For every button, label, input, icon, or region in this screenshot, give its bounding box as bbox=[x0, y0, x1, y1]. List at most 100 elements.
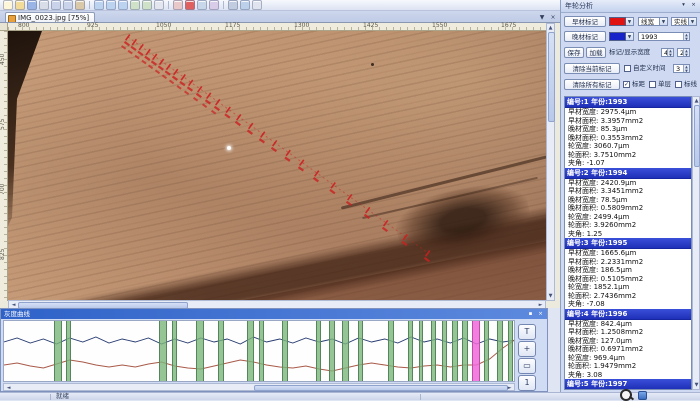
list-vertical-scrollbar[interactable]: ▲ ▼ bbox=[692, 96, 700, 390]
dropdown-icon[interactable]: ▼ bbox=[660, 17, 668, 26]
ring-boundary-bar[interactable] bbox=[54, 321, 62, 382]
ring-boundary-bar[interactable] bbox=[497, 321, 503, 382]
panel-close-icon[interactable]: × bbox=[689, 1, 698, 9]
panel-pin-icon[interactable]: ▪ bbox=[526, 310, 535, 318]
zoom-out-icon[interactable] bbox=[106, 0, 116, 10]
spinner-arrows-icon[interactable]: ▲▼ bbox=[683, 49, 689, 56]
start-year-input[interactable]: 1993 ▲▼ bbox=[638, 32, 690, 41]
zoom-in-icon[interactable] bbox=[94, 0, 104, 10]
copy-icon[interactable] bbox=[63, 0, 73, 10]
scrollbar-thumb[interactable] bbox=[548, 32, 555, 122]
entry-header[interactable]: 编号:4 年份:1996 bbox=[565, 309, 691, 320]
scroll-down-icon[interactable]: ▼ bbox=[547, 293, 554, 299]
scroll-up-icon[interactable]: ▲ bbox=[693, 98, 700, 104]
line-style-combo[interactable]: 实线 bbox=[671, 17, 689, 26]
settings-icon[interactable] bbox=[228, 0, 238, 10]
pan-icon[interactable] bbox=[130, 0, 140, 10]
ring-measurement-list[interactable]: 编号:1 年份:1993早材宽度: 2975.4μm早材面积: 3.3957mm… bbox=[564, 96, 692, 390]
graph-page-button[interactable]: 1 bbox=[518, 375, 536, 391]
ring-boundary-bar[interactable] bbox=[316, 321, 321, 382]
clear-all-markers-button[interactable]: 清除所有标记 bbox=[564, 79, 620, 90]
option-checkbox[interactable] bbox=[675, 81, 682, 88]
ring-boundary-bar[interactable] bbox=[329, 321, 335, 382]
load-button[interactable]: 加载 bbox=[586, 47, 606, 58]
ring-boundary-bar[interactable] bbox=[431, 321, 436, 382]
ring-boundary-bar[interactable] bbox=[259, 321, 264, 382]
ring-boundary-bar[interactable] bbox=[159, 321, 167, 382]
dropdown-icon[interactable] bbox=[252, 0, 262, 10]
spinner-arrows-icon[interactable]: ▲▼ bbox=[667, 49, 673, 56]
entry-header[interactable]: 编号:3 年份:1995 bbox=[565, 238, 691, 249]
ring-boundary-bar[interactable] bbox=[218, 321, 224, 382]
panel-close-icon[interactable]: × bbox=[536, 310, 545, 318]
gray-curve-plot[interactable] bbox=[3, 320, 515, 382]
graph-pan-tool-button[interactable]: + bbox=[518, 341, 536, 357]
graph-text-tool-button[interactable]: T bbox=[518, 324, 536, 340]
entry-header[interactable]: 编号:1 年份:1993 bbox=[565, 97, 691, 108]
wood-sample-image[interactable] bbox=[8, 31, 546, 301]
graph-horizontal-scrollbar[interactable]: ◄ ► bbox=[3, 383, 515, 391]
ring-boundary-bar[interactable] bbox=[462, 321, 468, 382]
rotate-left-icon[interactable] bbox=[142, 0, 152, 10]
scroll-up-icon[interactable]: ▲ bbox=[547, 25, 554, 31]
ring-boundary-bar[interactable] bbox=[342, 321, 349, 382]
ring-boundary-bar[interactable] bbox=[408, 321, 413, 382]
latewood-color-swatch[interactable] bbox=[609, 32, 626, 41]
custom-interval-input[interactable]: 3 ▲▼ bbox=[673, 64, 690, 73]
ring-boundary-bar[interactable] bbox=[419, 321, 423, 382]
path-icon[interactable] bbox=[197, 0, 207, 10]
ring-boundary-bar[interactable] bbox=[442, 321, 447, 382]
line-width-combo[interactable]: 线宽 bbox=[638, 17, 660, 26]
entry-header[interactable]: 编号:2 年份:1994 bbox=[565, 168, 691, 179]
save-button[interactable]: 保存 bbox=[564, 47, 584, 58]
paste-icon[interactable] bbox=[75, 0, 85, 10]
new-icon[interactable] bbox=[3, 0, 13, 10]
color-dropdown-icon[interactable]: ▼ bbox=[626, 32, 634, 41]
calibrate-icon[interactable] bbox=[209, 0, 219, 10]
volume-icon[interactable] bbox=[638, 391, 647, 400]
save-icon[interactable] bbox=[27, 0, 37, 10]
print-icon[interactable] bbox=[39, 0, 49, 10]
ring-boundary-bar[interactable] bbox=[172, 321, 177, 382]
image-vertical-scrollbar[interactable]: ▲ ▼ bbox=[546, 23, 555, 301]
display-width-spinner[interactable]: 2 ▲▼ bbox=[677, 48, 690, 57]
option-checkbox[interactable] bbox=[649, 81, 656, 88]
dropdown-icon[interactable]: ▼ bbox=[689, 17, 697, 26]
ring-boundary-tick bbox=[261, 132, 265, 138]
earlywood-color-swatch[interactable] bbox=[609, 17, 626, 26]
ring-boundary-bar[interactable] bbox=[358, 321, 363, 382]
ring-boundary-bar[interactable] bbox=[282, 321, 288, 382]
open-icon[interactable] bbox=[15, 0, 25, 10]
earlywood-marker-button[interactable]: 早材标记 bbox=[564, 16, 606, 27]
help-icon[interactable] bbox=[240, 0, 250, 10]
latewood-marker-button[interactable]: 晚材标记 bbox=[564, 31, 606, 42]
scrollbar-thumb[interactable] bbox=[694, 105, 700, 167]
zoom-fit-icon[interactable] bbox=[118, 0, 128, 10]
selected-ring-boundary-bar[interactable] bbox=[472, 321, 480, 382]
marker-icon[interactable] bbox=[185, 0, 195, 10]
ring-boundary-bar[interactable] bbox=[196, 321, 204, 382]
ring-boundary-bar[interactable] bbox=[508, 321, 513, 382]
clear-current-marker-button[interactable]: 清除当前标记 bbox=[564, 63, 620, 74]
grid-icon[interactable] bbox=[154, 0, 164, 10]
ring-boundary-bar[interactable] bbox=[388, 321, 394, 382]
graph-select-tool-button[interactable]: ▭ bbox=[518, 358, 536, 374]
scroll-right-icon[interactable]: ► bbox=[506, 385, 513, 391]
cut-icon[interactable] bbox=[51, 0, 61, 10]
mark-width-spinner[interactable]: 4 ▲▼ bbox=[661, 48, 674, 57]
scrollbar-thumb[interactable] bbox=[254, 385, 508, 391]
scroll-left-icon[interactable]: ◄ bbox=[5, 385, 12, 391]
ring-boundary-bar[interactable] bbox=[484, 321, 489, 382]
panel-pin-icon[interactable]: ▾ bbox=[679, 1, 688, 9]
option-checkbox[interactable]: ✓ bbox=[623, 81, 630, 88]
spinner-arrows-icon[interactable]: ▲▼ bbox=[683, 33, 689, 40]
scroll-down-icon[interactable]: ▼ bbox=[693, 382, 700, 388]
custom-interval-checkbox[interactable] bbox=[624, 65, 631, 72]
ring-boundary-bar[interactable] bbox=[66, 321, 71, 382]
measure-icon[interactable] bbox=[173, 0, 183, 10]
color-dropdown-icon[interactable]: ▼ bbox=[626, 17, 634, 26]
measurement-markers-overlay[interactable] bbox=[8, 31, 546, 301]
ring-boundary-bar[interactable] bbox=[247, 321, 254, 382]
ring-boundary-bar[interactable] bbox=[452, 321, 458, 382]
spinner-arrows-icon[interactable]: ▲▼ bbox=[683, 65, 689, 72]
